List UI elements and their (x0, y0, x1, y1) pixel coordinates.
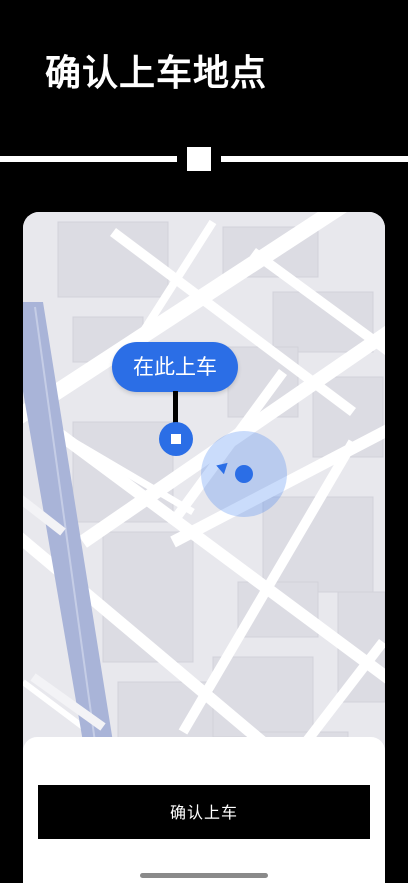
pickup-pin-icon[interactable] (159, 422, 193, 456)
confirm-pickup-button[interactable]: 确认上车 (38, 785, 370, 839)
page-title: 确认上车地点 (45, 53, 268, 94)
pickup-pin-label[interactable]: 在此上车 (112, 342, 238, 392)
pickup-pin-stem (173, 391, 178, 425)
divider-left (0, 156, 177, 162)
divider-square-icon (187, 147, 211, 171)
divider-right (221, 156, 408, 162)
current-location-icon (235, 465, 253, 483)
app-root: 确认上车地点 在此上车 确认上车 (0, 0, 408, 883)
pickup-pin-inner (171, 434, 181, 444)
home-indicator[interactable] (140, 873, 268, 878)
